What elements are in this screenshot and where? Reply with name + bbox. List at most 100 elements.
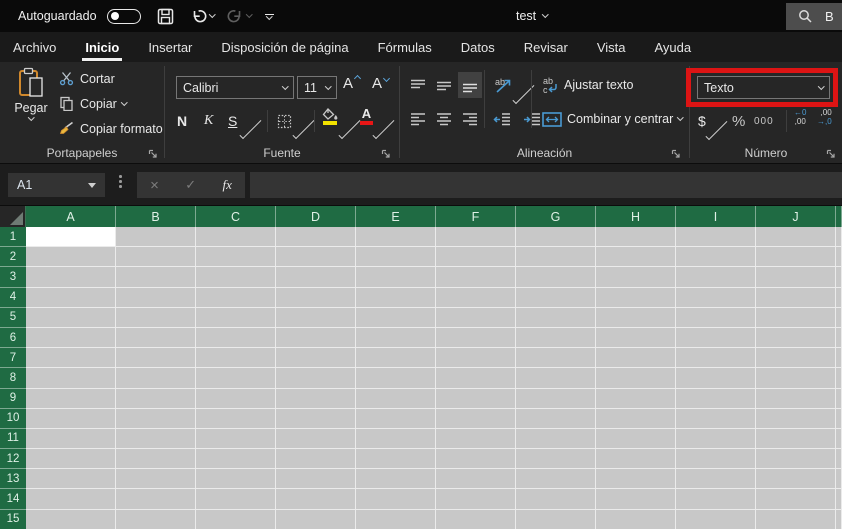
cell-A5[interactable] [26, 307, 116, 328]
autosave-toggle[interactable] [106, 8, 141, 24]
cell-F13[interactable] [436, 469, 516, 490]
align-center-button[interactable] [432, 106, 456, 132]
cell-C7[interactable] [196, 348, 276, 369]
cell-H11[interactable] [596, 428, 676, 450]
cell-D2[interactable] [276, 247, 356, 268]
align-bottom-button[interactable] [458, 72, 482, 98]
cell-G11[interactable] [516, 428, 596, 450]
cell-G13[interactable] [516, 469, 596, 490]
cell-A3[interactable] [26, 267, 116, 288]
column-header-F[interactable]: F [436, 206, 516, 227]
cell-I5[interactable] [676, 307, 756, 328]
alignment-dialog-launcher[interactable] [671, 149, 681, 159]
customize-quick-access-button[interactable] [264, 13, 274, 20]
cell-C14[interactable] [196, 489, 276, 510]
cell-H15[interactable] [596, 509, 676, 529]
cell-G10[interactable] [516, 408, 596, 429]
cell-D8[interactable] [276, 368, 356, 389]
cell-J10[interactable] [756, 408, 836, 429]
cell-D12[interactable] [276, 449, 356, 470]
cell-C1[interactable] [196, 227, 276, 248]
enter-button[interactable]: ✓ [185, 177, 196, 193]
cell-F15[interactable] [436, 509, 516, 529]
cell-D5[interactable] [276, 307, 356, 328]
tab-vista[interactable]: Vista [597, 32, 626, 62]
formula-input[interactable] [250, 172, 842, 198]
cell-H8[interactable] [596, 368, 676, 389]
cell-C5[interactable] [196, 307, 276, 328]
font-color-dropdown-icon[interactable] [372, 117, 395, 139]
align-right-button[interactable] [458, 106, 482, 132]
cell-A7[interactable] [26, 348, 116, 369]
column-header-B[interactable]: B [116, 206, 196, 227]
cell-D7[interactable] [276, 348, 356, 369]
fill-color-button[interactable] [322, 108, 338, 134]
cell-A14[interactable] [26, 489, 116, 510]
copy-button[interactable]: Copiar [58, 95, 163, 112]
select-all-corner[interactable] [0, 206, 26, 227]
cell-B10[interactable] [116, 408, 196, 429]
cell-J1[interactable] [756, 227, 836, 248]
cell-J13[interactable] [756, 469, 836, 490]
cell-H7[interactable] [596, 348, 676, 369]
cell-H6[interactable] [596, 327, 676, 349]
cell-A8[interactable] [26, 368, 116, 389]
cell-I2[interactable] [676, 247, 756, 268]
cell-B12[interactable] [116, 449, 196, 470]
cell-I7[interactable] [676, 348, 756, 369]
cell-E2[interactable] [356, 247, 436, 268]
cell-H3[interactable] [596, 267, 676, 288]
align-top-button[interactable] [406, 72, 430, 98]
cell-H13[interactable] [596, 469, 676, 490]
cell-E10[interactable] [356, 408, 436, 429]
column-header-H[interactable]: H [596, 206, 676, 227]
cell-J9[interactable] [756, 388, 836, 409]
cell-D15[interactable] [276, 509, 356, 529]
cell-E6[interactable] [356, 327, 436, 349]
undo-button[interactable] [190, 8, 215, 25]
cell-E3[interactable] [356, 267, 436, 288]
column-header-E[interactable]: E [356, 206, 436, 227]
row-header-12[interactable]: 12 [0, 449, 26, 470]
row-header-13[interactable]: 13 [0, 469, 26, 490]
cell-C3[interactable] [196, 267, 276, 288]
cell-J3[interactable] [756, 267, 836, 288]
cell-J7[interactable] [756, 348, 836, 369]
wrap-text-button[interactable]: ab c Ajustar texto [542, 72, 633, 98]
cell-J15[interactable] [756, 509, 836, 529]
cell-G1[interactable] [516, 227, 596, 248]
cell-J12[interactable] [756, 449, 836, 470]
cell-C10[interactable] [196, 408, 276, 429]
cell-B9[interactable] [116, 388, 196, 409]
cell-I9[interactable] [676, 388, 756, 409]
row-header-15[interactable]: 15 [0, 509, 26, 529]
cell-E12[interactable] [356, 449, 436, 470]
tab-inicio[interactable]: Inicio [82, 32, 123, 62]
font-color-button[interactable]: A [360, 107, 373, 134]
currency-dropdown-icon[interactable] [705, 118, 728, 140]
row-header-3[interactable]: 3 [0, 267, 26, 288]
format-painter-button[interactable]: Copiar formato [58, 120, 163, 137]
cell-D4[interactable] [276, 287, 356, 308]
fill-color-dropdown-icon[interactable] [338, 117, 361, 139]
underline-button[interactable]: S [228, 108, 237, 134]
cell-H10[interactable] [596, 408, 676, 429]
cell-B11[interactable] [116, 428, 196, 450]
search-box[interactable]: B [786, 3, 842, 30]
cell-I4[interactable] [676, 287, 756, 308]
align-middle-button[interactable] [432, 72, 456, 98]
row-header-4[interactable]: 4 [0, 287, 26, 308]
comma-style-button[interactable]: 000 [754, 108, 774, 134]
cell-G7[interactable] [516, 348, 596, 369]
cell-E8[interactable] [356, 368, 436, 389]
cell-I10[interactable] [676, 408, 756, 429]
cell-E5[interactable] [356, 307, 436, 328]
cell-C11[interactable] [196, 428, 276, 450]
cell-G3[interactable] [516, 267, 596, 288]
cell-G4[interactable] [516, 287, 596, 308]
cell-B1[interactable] [116, 227, 196, 248]
paste-button[interactable]: Pegar [8, 67, 54, 143]
percent-button[interactable]: % [732, 108, 745, 134]
cell-C8[interactable] [196, 368, 276, 389]
clipboard-dialog-launcher[interactable] [148, 149, 158, 159]
